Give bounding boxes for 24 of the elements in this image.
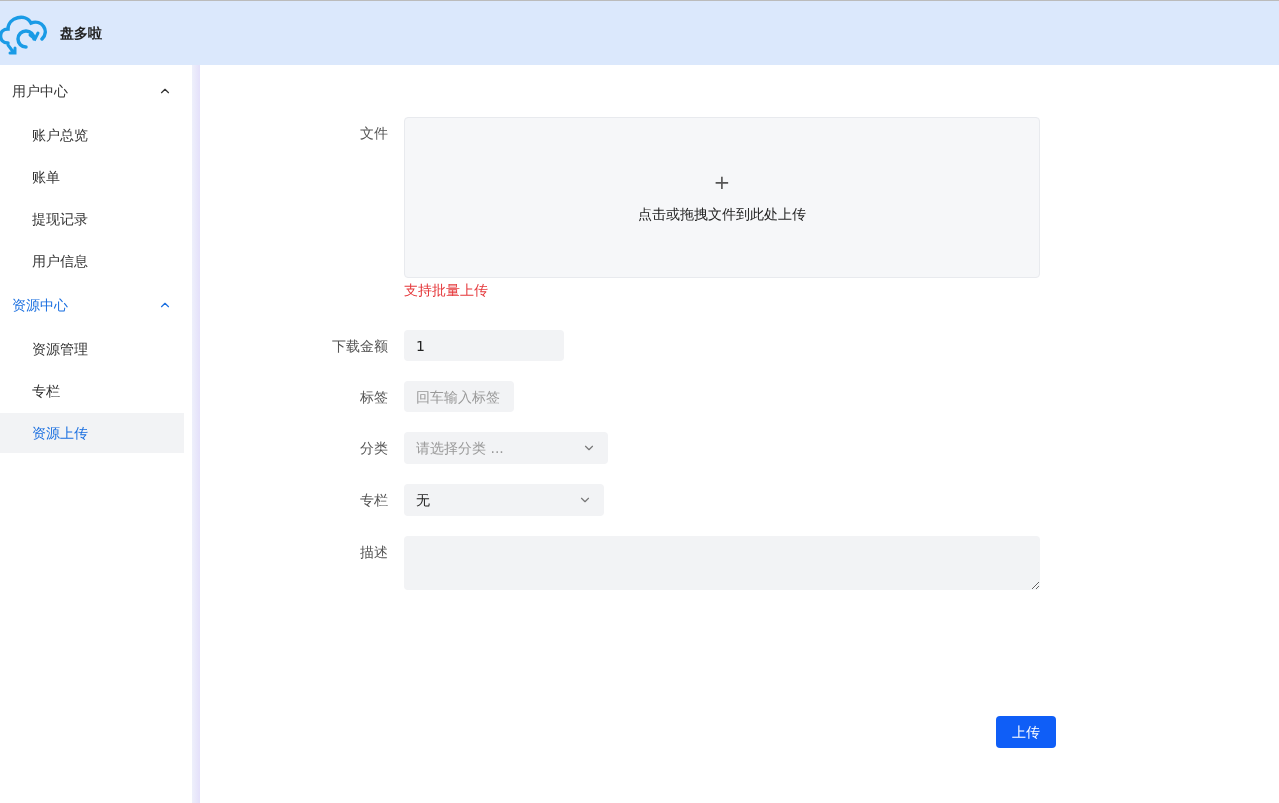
textarea-field[interactable] [404,536,1040,590]
upload-button[interactable]: 上传 [996,716,1056,748]
field-label: 分类 [360,440,388,456]
menu-item[interactable]: 用户信息 [0,241,184,281]
field-label: 描述 [360,544,388,560]
brand-name: 盘多啦 [60,24,102,43]
menu-item[interactable]: 专栏 [0,371,184,411]
menu-group-header[interactable]: 用户中心 [0,69,192,113]
input-field[interactable]: 1 [404,330,564,361]
menu-item[interactable]: 资源上传 [0,413,184,453]
menu-group-header[interactable]: 资源中心 [0,283,192,327]
upload-prompt: 点击或拖拽文件到此处上传 [638,204,806,224]
field-label: 下载金额 [332,338,388,354]
field-label: 文件 [360,125,388,141]
menu-item[interactable]: 账单 [0,157,184,197]
menu-item[interactable]: 资源管理 [0,329,184,369]
menu-item[interactable]: 账户总览 [0,115,184,155]
hint-text: 支持批量上传 [404,281,488,300]
field-label: 标签 [360,389,388,405]
field-label: 专栏 [360,492,388,508]
plus-icon: + [713,171,731,192]
menu-item[interactable]: 提现记录 [0,199,184,239]
upload-dropzone[interactable]: + 点击或拖拽文件到此处上传 [404,117,1040,278]
select-field[interactable]: 无 [404,484,604,516]
